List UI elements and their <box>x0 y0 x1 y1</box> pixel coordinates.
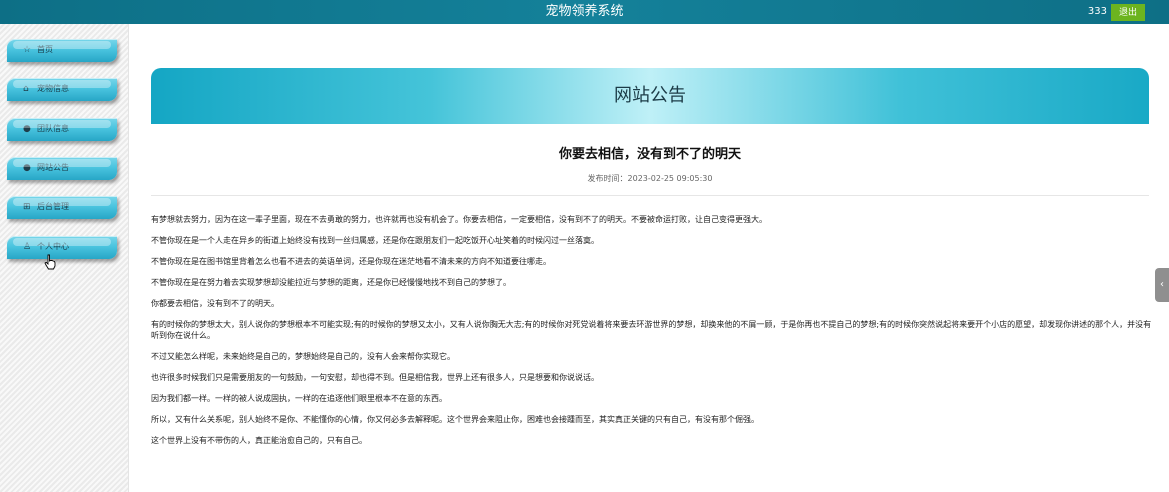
dashboard-icon: ⊞ <box>23 202 31 212</box>
sidebar-item-label: 首页 <box>37 45 53 54</box>
sidebar-item-team-info[interactable]: ● 团队信息 <box>7 118 117 141</box>
side-collapse-tab[interactable]: ‹ <box>1155 268 1169 302</box>
sidebar-item-label: 网站公告 <box>37 163 69 172</box>
article-paragraph: 不过又能怎么样呢，未来始终是自己的，梦想始终是自己的，没有人会来帮你实现它。 <box>151 352 455 361</box>
banner-title: 网站公告 <box>614 85 686 106</box>
article-paragraph: 不管你现在是在图书馆里背着怎么也看不进去的英语单词，还是你现在迷茫地看不清未来的… <box>151 257 551 266</box>
sidebar-item-admin[interactable]: ⊞ 后台管理 <box>7 196 117 219</box>
top-header: 宠物领养系统 333 退出 <box>0 0 1169 24</box>
article-paragraph: 有的时候你的梦想太大，别人说你的梦想根本不可能实现;有的时候你的梦想又太小，又有… <box>151 320 1152 340</box>
info-icon: ● <box>23 124 31 134</box>
chevron-left-icon: ‹ <box>1160 279 1164 290</box>
announcement-banner: 网站公告 <box>151 68 1149 124</box>
article-paragraph: 有梦想就去努力，因为在这一辈子里面，现在不去勇敢的努力，也许就再也没有机会了。你… <box>151 215 767 224</box>
publish-info: 发布时间：2023-02-25 09:05:30 <box>151 173 1149 184</box>
article-paragraph: 所以，又有什么关系呢，别人始终不是你、不能懂你的心情，你又何必多去解释呢。这个世… <box>151 415 759 424</box>
sidebar-item-label: 后台管理 <box>37 202 69 211</box>
article-paragraph: 也许很多时候我们只是需要朋友的一句鼓励，一句安慰，却也得不到。但是相信我，世界上… <box>151 373 599 382</box>
sidebar-item-pet-info[interactable]: ⌂ 宠物信息 <box>7 78 117 101</box>
article-paragraph: 因为我们都一样。一样的被人说成固执，一样的在追逐他们眼里根本不在意的东西。 <box>151 394 447 403</box>
sidebar-item-profile[interactable]: ♙ 个人中心 <box>7 236 117 259</box>
username-label: 333 <box>1087 6 1107 17</box>
sidebar-item-announcements[interactable]: ● 网站公告 <box>7 157 117 180</box>
divider <box>151 195 1149 196</box>
logout-button[interactable]: 退出 <box>1111 4 1145 21</box>
app-title: 宠物领养系统 <box>545 4 624 19</box>
article-paragraph: 不管你现在是一个人走在异乡的街道上始终没有找到一丝归属感，还是你在跟朋友们一起吃… <box>151 236 599 245</box>
publish-label: 发布时间： <box>587 174 628 183</box>
house-icon: ⌂ <box>23 84 29 94</box>
star-icon: ☆ <box>23 45 32 55</box>
article-content: 有梦想就去努力，因为在这一辈子里面，现在不去勇敢的努力，也许就再也没有机会了。你… <box>151 214 1156 456</box>
sidebar-item-home[interactable]: ☆ 首页 <box>7 39 117 62</box>
user-icon: ♙ <box>23 242 32 252</box>
article-paragraph: 这个世界上没有不带伤的人，真正能治愈自己的，只有自己。 <box>151 436 367 445</box>
article-paragraph: 你都要去相信，没有到不了的明天。 <box>151 299 279 308</box>
hand-cursor-icon <box>44 254 56 270</box>
publish-time: 2023-02-25 09:05:30 <box>627 174 713 183</box>
info-icon: ● <box>23 163 31 173</box>
sidebar-item-label: 团队信息 <box>37 124 69 133</box>
sidebar: ☆ 首页 ⌂ 宠物信息 ● 团队信息 ● 网站公告 ⊞ 后台管理 ♙ 个人中心 <box>0 24 129 492</box>
sidebar-item-label: 宠物信息 <box>37 84 69 93</box>
sidebar-item-label: 个人中心 <box>37 242 69 251</box>
article-paragraph: 不管你现在是在努力着去实现梦想却没能拉近与梦想的距离，还是你已经慢慢地找不到自己… <box>151 278 511 287</box>
article-title: 你要去相信，没有到不了的明天 <box>558 147 741 162</box>
